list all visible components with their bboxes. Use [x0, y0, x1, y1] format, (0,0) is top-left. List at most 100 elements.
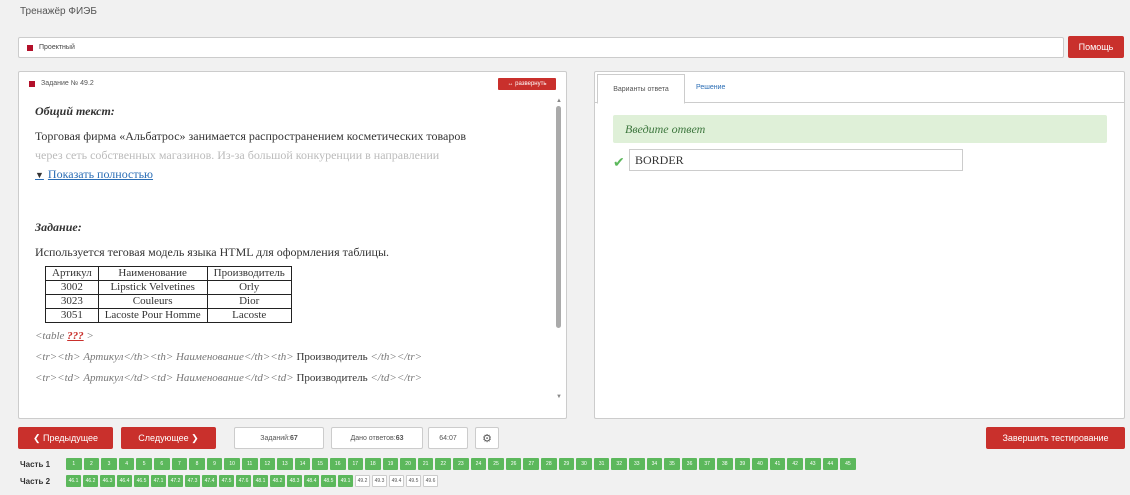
question-cell[interactable]: 7	[171, 458, 188, 470]
question-cell[interactable]: 30	[576, 458, 592, 470]
tab-variants[interactable]: Варианты ответа	[597, 74, 685, 104]
question-cell[interactable]: 44	[822, 458, 839, 470]
question-cell[interactable]: 6	[153, 458, 170, 470]
expand-button[interactable]: ↔ развернуть	[498, 78, 556, 90]
answer-input[interactable]: BORDER	[629, 149, 963, 171]
scroll-down-icon[interactable]: ▼	[556, 394, 562, 400]
question-cell[interactable]: 49.2	[355, 475, 370, 487]
question-cell[interactable]: 9	[206, 458, 223, 470]
question-cell[interactable]: 3	[101, 458, 117, 470]
question-cell[interactable]: 48.5	[321, 475, 336, 487]
question-cell[interactable]: 5	[136, 458, 152, 470]
next-button[interactable]: Следующее ❯	[121, 427, 216, 449]
question-cell[interactable]: 47.2	[168, 475, 183, 487]
question-cell[interactable]: 47.5	[219, 475, 234, 487]
question-cell[interactable]: 49.6	[423, 475, 438, 487]
question-cell[interactable]: 1	[66, 458, 82, 470]
question-cell[interactable]: 10	[224, 458, 240, 470]
missing-attribute: ???	[67, 330, 84, 342]
question-cell[interactable]: 38	[716, 458, 733, 470]
scroll-up-icon[interactable]: ▲	[556, 98, 562, 104]
question-cell[interactable]: 18	[365, 458, 381, 470]
part1-label: Часть 1	[20, 460, 51, 469]
question-cell[interactable]: 48.1	[253, 475, 268, 487]
question-cell[interactable]: 25	[488, 458, 504, 470]
previous-button[interactable]: ❮ Предыдущее	[18, 427, 113, 449]
question-cell[interactable]: 49.5	[406, 475, 421, 487]
question-cell[interactable]: 46.2	[83, 475, 98, 487]
chevron-down-icon: ▼	[35, 169, 44, 180]
question-cell[interactable]: 46.5	[134, 475, 149, 487]
question-cell[interactable]: 21	[417, 458, 434, 470]
finish-test-button[interactable]: Завершить тестирование	[986, 427, 1125, 449]
question-cell[interactable]: 48.4	[304, 475, 319, 487]
question-cell[interactable]: 26	[505, 458, 522, 470]
table-row: 3002 Lipstick Velvetines Orly	[45, 280, 292, 295]
tab-solution[interactable]: Решение	[696, 84, 725, 91]
show-more-link[interactable]: ▼ Показать полностью	[35, 167, 545, 182]
question-cell[interactable]: 24	[470, 458, 487, 470]
question-cell[interactable]: 33	[629, 458, 645, 470]
table-cell: 3023	[45, 294, 99, 309]
question-cell[interactable]: 41	[769, 458, 786, 470]
table-row: 3023 Couleurs Dior	[45, 294, 292, 309]
question-cell[interactable]: 42	[787, 458, 803, 470]
question-cell[interactable]: 11	[241, 458, 258, 470]
settings-button[interactable]: ⚙	[475, 427, 499, 449]
question-cell[interactable]: 49.3	[372, 475, 387, 487]
question-cell[interactable]: 34	[646, 458, 663, 470]
question-cell[interactable]: 29	[558, 458, 575, 470]
code-fragment: <table	[35, 330, 68, 342]
question-cell[interactable]: 15	[312, 458, 328, 470]
help-button[interactable]: Помощь	[1068, 36, 1124, 58]
question-cell[interactable]: 48.3	[287, 475, 302, 487]
question-cell[interactable]: 49.4	[389, 475, 404, 487]
question-cell[interactable]: 46.3	[100, 475, 115, 487]
question-cell[interactable]: 2	[83, 458, 100, 470]
gear-icon: ⚙	[482, 432, 492, 445]
question-cell[interactable]: 39	[734, 458, 751, 470]
question-cell[interactable]: 19	[382, 458, 399, 470]
question-cell[interactable]: 35	[664, 458, 680, 470]
code-fragment: <tr><td> Артикул</td><td> Наименование</…	[35, 372, 297, 384]
question-cell[interactable]: 47.6	[236, 475, 251, 487]
question-cell[interactable]: 22	[435, 458, 452, 470]
tasks-count-value: 67	[289, 434, 298, 442]
question-cell[interactable]: 4	[118, 458, 135, 470]
question-cell[interactable]: 23	[453, 458, 469, 470]
table-cell: Dior	[206, 294, 292, 309]
question-cell[interactable]: 32	[611, 458, 627, 470]
question-cell[interactable]: 45	[840, 458, 856, 470]
question-cell[interactable]: 12	[259, 458, 276, 470]
code-fragment: >	[83, 330, 94, 342]
question-cell[interactable]: 46.1	[66, 475, 81, 487]
question-cell[interactable]: 14	[294, 458, 311, 470]
task-text: Используется теговая модель языка HTML д…	[35, 245, 390, 259]
table-row: 3051 Lacoste Pour Homme Lacoste	[45, 308, 292, 323]
show-more-label: Показать полностью	[47, 167, 154, 181]
question-cell[interactable]: 36	[681, 458, 698, 470]
question-cell[interactable]: 47.4	[202, 475, 217, 487]
question-cell[interactable]: 46.4	[117, 475, 132, 487]
question-cell[interactable]: 8	[189, 458, 205, 470]
question-cell[interactable]: 47.3	[185, 475, 200, 487]
question-cell[interactable]: 17	[347, 458, 364, 470]
task-panel: Задание № 49.2 ↔ развернуть Общий текст:…	[18, 71, 567, 419]
question-cell[interactable]: 20	[400, 458, 416, 470]
task-content: Общий текст: Торговая фирма «Альбатрос» …	[35, 100, 545, 416]
question-cell[interactable]: 40	[752, 458, 768, 470]
question-cell[interactable]: 47.1	[151, 475, 166, 487]
question-cell[interactable]: 49.1	[338, 475, 353, 487]
question-cell[interactable]: 13	[277, 458, 293, 470]
question-cell[interactable]: 27	[523, 458, 540, 470]
table-header-row: Артикул Наименование Производитель	[45, 266, 292, 281]
question-cell[interactable]: 16	[329, 458, 346, 470]
question-cell[interactable]: 43	[804, 458, 821, 470]
answered-count-label: Дано ответов:	[350, 434, 396, 442]
question-cell[interactable]: 28	[541, 458, 557, 470]
question-cell[interactable]: 37	[699, 458, 715, 470]
question-cell[interactable]: 31	[593, 458, 610, 470]
scrollbar-thumb[interactable]	[556, 106, 561, 328]
question-cell[interactable]: 48.2	[270, 475, 285, 487]
part2-cells: 46.1 46.2 46.3 46.4 46.5 47.1 47.2 47.3 47.4 47.5…	[66, 475, 440, 487]
